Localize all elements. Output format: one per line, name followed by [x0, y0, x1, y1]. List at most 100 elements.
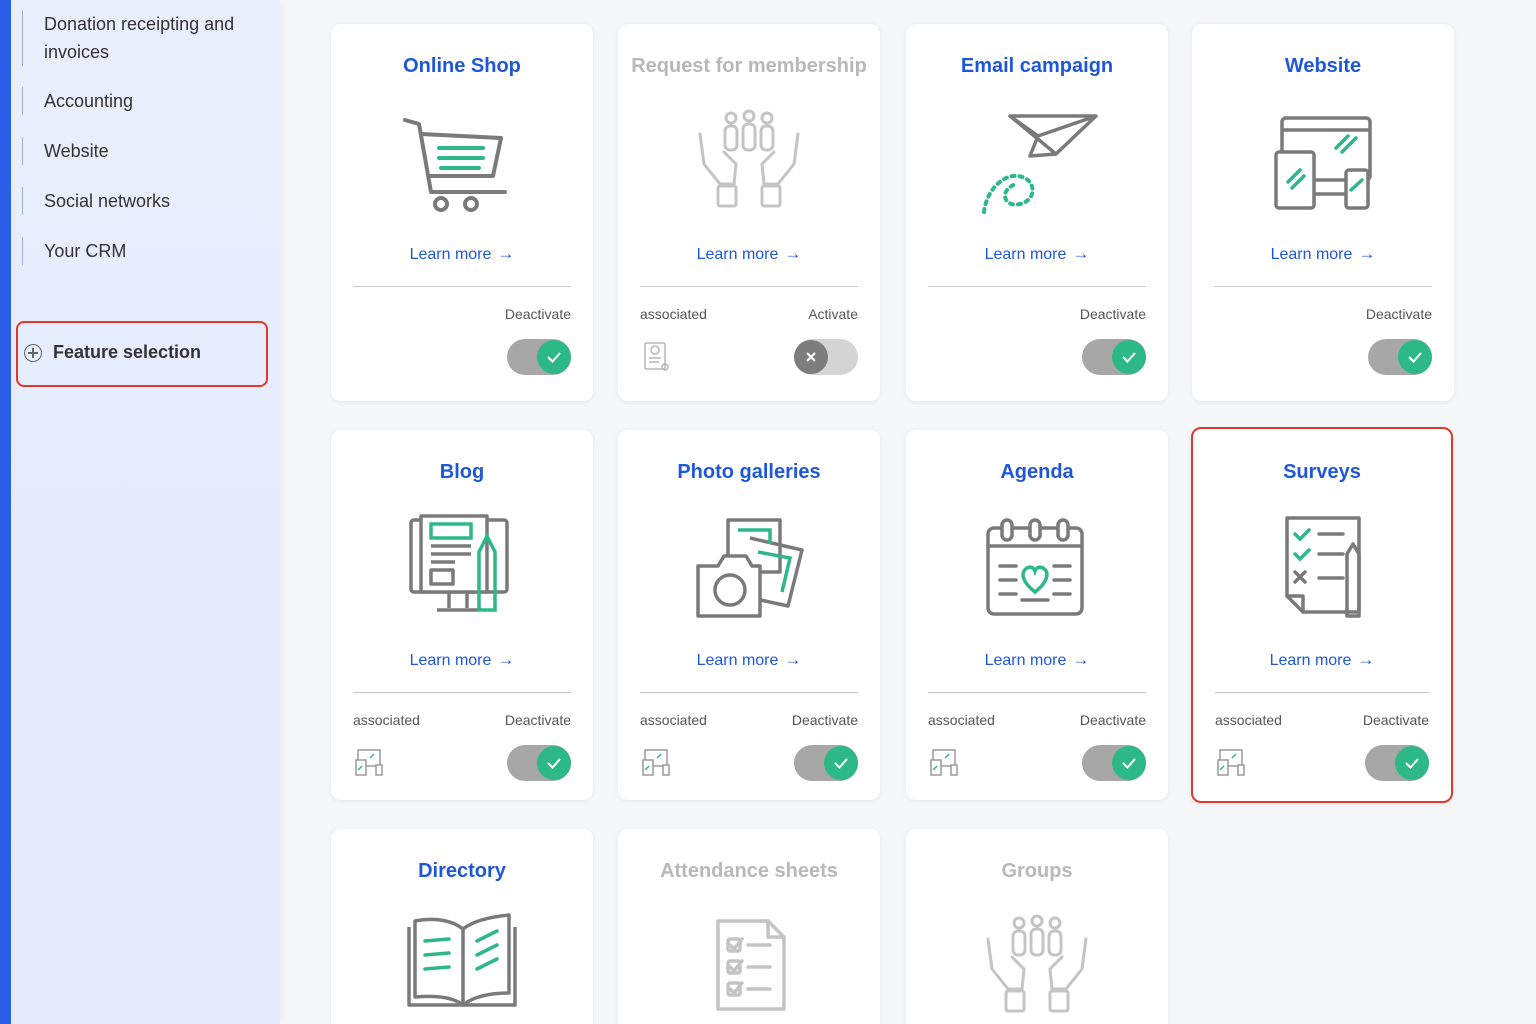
check-icon [824, 746, 858, 780]
arrow-right-icon: → [497, 650, 515, 669]
feature-toggle[interactable] [1365, 745, 1429, 781]
card-divider [353, 692, 571, 693]
sidebar: Donation receipting and invoices Account… [0, 0, 280, 1024]
arrow-right-icon: → [784, 244, 802, 263]
feature-card-photo-galleries: Photo galleries Learn more → associated D… [618, 430, 880, 800]
toggle-state-label: Deactivate [1079, 306, 1146, 322]
card-title: Blog [439, 461, 485, 483]
feature-selection-label: Feature selection [53, 341, 202, 362]
arrow-right-icon: → [1358, 244, 1376, 263]
feature-card-online-shop: Online Shop Learn more → Deactivate [331, 24, 593, 401]
toggle-state-label: Deactivate [1362, 712, 1429, 728]
sidebar-item-website[interactable]: Website [22, 137, 109, 165]
check-icon [1395, 746, 1429, 780]
learn-more-link[interactable]: Learn more → [331, 244, 593, 264]
plus-circle-icon [24, 344, 42, 362]
card-title: Groups [1001, 860, 1073, 882]
check-icon [1112, 746, 1146, 780]
card-title: Directory [418, 860, 506, 882]
arrow-right-icon: → [497, 244, 515, 263]
hands-people-icon [986, 914, 1088, 1013]
feature-toggle[interactable] [507, 339, 571, 375]
sidebar-item-your-crm[interactable]: Your CRM [22, 237, 126, 265]
feature-card-website: Website Learn more → Deactivate [1192, 24, 1454, 401]
devices-mini-icon [355, 749, 383, 776]
card-title: Agenda [1000, 461, 1074, 483]
learn-more-link[interactable]: Learn more → [618, 650, 880, 670]
paper-plane-icon [982, 114, 1098, 214]
feature-card-groups: Groups [906, 829, 1168, 1024]
arrow-right-icon: → [1072, 650, 1090, 669]
card-divider [353, 286, 571, 287]
close-icon [794, 340, 828, 374]
associated-label: associated [353, 712, 420, 728]
sidebar-item-donation-receipting[interactable]: Donation receipting and invoices [22, 10, 252, 66]
feature-card-blog: Blog Learn more → associated Deactivate [331, 430, 593, 800]
shopping-cart-icon [403, 118, 507, 212]
invoice-document-icon [644, 342, 669, 371]
sidebar-item-feature-selection[interactable]: Feature selection [16, 321, 268, 387]
card-title: Attendance sheets [660, 860, 838, 882]
learn-more-link[interactable]: Learn more → [618, 244, 880, 264]
arrow-right-icon: → [784, 650, 802, 669]
check-icon [537, 340, 571, 374]
sidebar-accent-strip [0, 0, 11, 1024]
open-book-icon [407, 913, 517, 1007]
calendar-heart-icon [986, 518, 1084, 616]
survey-checklist-icon [1285, 516, 1361, 618]
card-divider [928, 692, 1146, 693]
toggle-state-label: Activate [808, 306, 858, 322]
card-title: Email campaign [960, 55, 1114, 77]
associated-label: associated [928, 712, 995, 728]
feature-toggle[interactable] [794, 745, 858, 781]
toggle-state-label: Deactivate [504, 712, 571, 728]
devices-mini-icon [930, 749, 958, 776]
sidebar-item-social-networks[interactable]: Social networks [22, 187, 170, 215]
card-title: Surveys [1283, 461, 1361, 483]
card-title: Request for membership [631, 55, 867, 77]
toggle-state-label: Deactivate [791, 712, 858, 728]
associated-label: associated [640, 306, 707, 322]
check-icon [537, 746, 571, 780]
card-divider [640, 692, 858, 693]
feature-card-agenda: Agenda Learn more → associated Deactivate [906, 430, 1168, 800]
associated-label: associated [640, 712, 707, 728]
feature-toggle[interactable] [1368, 339, 1432, 375]
learn-more-link[interactable]: Learn more → [906, 650, 1168, 670]
learn-more-link[interactable]: Learn more → [1193, 650, 1451, 670]
blog-monitor-icon [409, 514, 509, 612]
card-title: Website [1284, 55, 1362, 77]
feature-card-email-campaign: Email campaign Learn more → Deactivate [906, 24, 1168, 401]
associated-label: associated [1215, 712, 1282, 728]
card-divider [928, 286, 1146, 287]
feature-toggle[interactable] [1082, 745, 1146, 781]
feature-card-attendance-sheets: Attendance sheets [618, 829, 880, 1024]
attendance-checklist-icon [716, 919, 786, 1011]
toggle-state-label: Deactivate [504, 306, 571, 322]
check-icon [1398, 340, 1432, 374]
card-title: Photo galleries [677, 461, 821, 483]
check-icon [1112, 340, 1146, 374]
feature-card-request-membership: Request for membership Learn more → assoc… [618, 24, 880, 401]
camera-photos-icon [696, 518, 804, 618]
feature-toggle[interactable] [507, 745, 571, 781]
devices-mini-icon [642, 749, 670, 776]
card-divider [1215, 692, 1429, 693]
toggle-state-label: Deactivate [1365, 306, 1432, 322]
learn-more-link[interactable]: Learn more → [906, 244, 1168, 264]
devices-icon [1274, 116, 1372, 210]
feature-toggle[interactable] [1082, 339, 1146, 375]
feature-card-surveys: Surveys Learn more → associated Deactivat… [1191, 427, 1453, 803]
toggle-state-label: Deactivate [1079, 712, 1146, 728]
hands-people-icon [698, 109, 800, 208]
card-divider [640, 286, 858, 287]
learn-more-link[interactable]: Learn more → [331, 650, 593, 670]
feature-toggle[interactable] [794, 339, 858, 375]
card-divider [1214, 286, 1432, 287]
learn-more-link[interactable]: Learn more → [1192, 244, 1454, 264]
feature-card-directory: Directory [331, 829, 593, 1024]
arrow-right-icon: → [1072, 244, 1090, 263]
sidebar-item-accounting[interactable]: Accounting [22, 87, 133, 115]
card-title: Online Shop [403, 55, 521, 77]
devices-mini-icon [1217, 749, 1245, 776]
